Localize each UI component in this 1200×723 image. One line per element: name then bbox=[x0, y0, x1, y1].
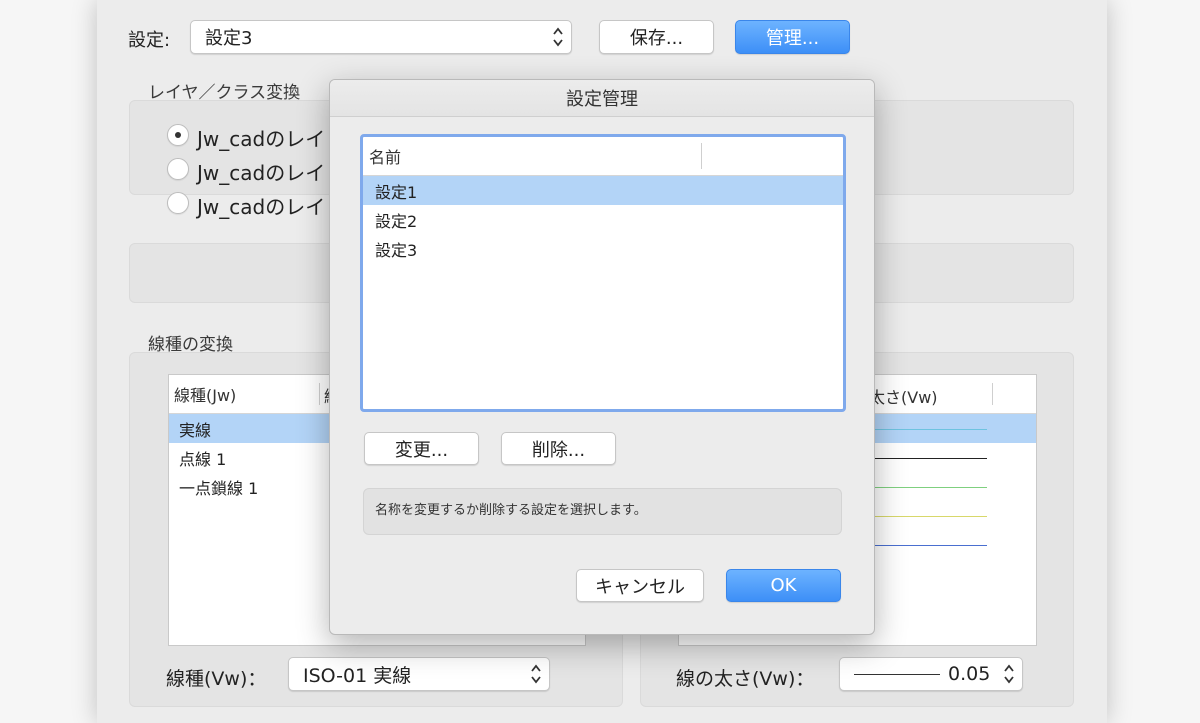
thickness-vw-header: 太さ(Vw) bbox=[869, 388, 938, 407]
setting-popup-value: 設定3 bbox=[205, 28, 253, 49]
linetype-vw-value: ISO-01 実線 bbox=[303, 664, 412, 687]
column-divider bbox=[701, 143, 702, 169]
cancel-button[interactable]: キャンセル bbox=[576, 569, 704, 602]
updown-arrows-icon bbox=[1004, 664, 1014, 684]
layer-option-label-1: Jw_cadのレイ bbox=[197, 127, 326, 151]
setting-label: 設定: bbox=[128, 30, 171, 51]
thickness-line-sample bbox=[854, 674, 940, 675]
layer-option-radio-3[interactable] bbox=[167, 192, 189, 214]
line-sample-2 bbox=[859, 458, 987, 459]
column-divider bbox=[992, 383, 993, 405]
ok-button[interactable]: OK bbox=[726, 569, 841, 602]
info-text: 名称を変更するか削除する設定を選択します。 bbox=[363, 488, 842, 535]
line-sample-4 bbox=[859, 516, 987, 517]
settings-manager-dialog: 設定管理 名前 設定1 設定2 設定3 変更... 削除... 名称を変更するか… bbox=[329, 79, 875, 635]
thickness-vw-value: 0.05 bbox=[948, 663, 991, 685]
manage-button[interactable]: 管理... bbox=[735, 20, 850, 54]
dialog-title: 設定管理 bbox=[330, 80, 874, 117]
name-column-header: 名前 bbox=[369, 148, 402, 167]
rename-button[interactable]: 変更... bbox=[364, 432, 479, 465]
setting-popup[interactable]: 設定3 bbox=[190, 20, 572, 54]
layer-option-radio-1[interactable] bbox=[167, 124, 189, 146]
list-item[interactable]: 設定1 bbox=[363, 176, 843, 205]
thickness-vw-label: 線の太さ(Vw)： bbox=[676, 668, 815, 690]
linetype-jw-header: 線種(Jw) bbox=[174, 386, 237, 405]
line-sample-5 bbox=[859, 545, 987, 546]
layer-option-label-2: Jw_cadのレイ bbox=[197, 161, 326, 185]
line-sample-3 bbox=[859, 487, 987, 488]
save-button[interactable]: 保存... bbox=[599, 20, 714, 54]
thickness-vw-popup[interactable]: 0.05 bbox=[839, 657, 1023, 691]
line-sample-1 bbox=[859, 429, 987, 430]
list-item[interactable]: 設定3 bbox=[363, 234, 843, 263]
delete-button[interactable]: 削除... bbox=[501, 432, 616, 465]
updown-arrows-icon bbox=[553, 27, 563, 47]
list-item[interactable]: 設定2 bbox=[363, 205, 843, 234]
updown-arrows-icon bbox=[531, 664, 541, 684]
settings-list[interactable]: 名前 設定1 設定2 設定3 bbox=[360, 134, 846, 412]
linetype-vw-label: 線種(Vw)： bbox=[166, 668, 267, 690]
layer-option-label-3: Jw_cadのレイ bbox=[197, 195, 326, 219]
layer-option-radio-2[interactable] bbox=[167, 158, 189, 180]
settings-list-header: 名前 bbox=[363, 137, 843, 176]
linetype-vw-popup[interactable]: ISO-01 実線 bbox=[288, 657, 550, 691]
